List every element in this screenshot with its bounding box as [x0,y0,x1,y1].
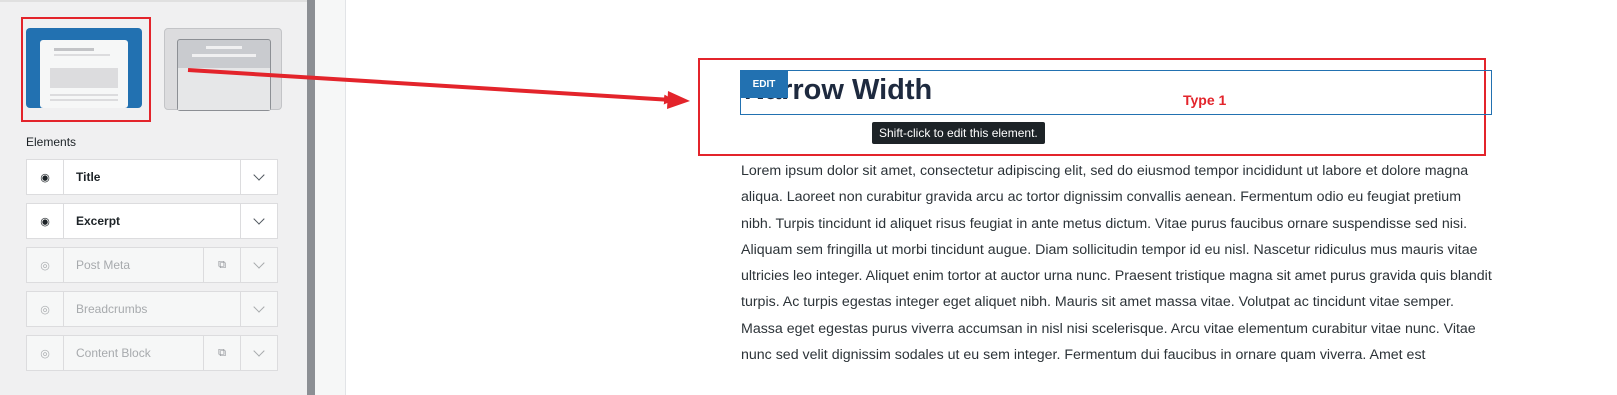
element-row-post-meta[interactable]: ◎ Post Meta ⧉ [26,247,278,283]
customizer-sidebar: Elements ◉ Title ◉ Excerpt ◎ Post Meta ⧉… [0,0,307,395]
eye-icon[interactable]: ◉ [27,160,64,194]
chevron-down-icon[interactable] [240,292,277,326]
eye-icon[interactable]: ◉ [27,204,64,238]
element-label: Title [76,170,101,184]
edit-button[interactable]: EDIT [740,71,788,98]
layout-preview-thumbnail [177,39,271,111]
copy-icon[interactable]: ⧉ [203,248,240,282]
preview-gutter [315,0,346,395]
sidebar-top-border [0,0,307,2]
eye-slash-icon[interactable]: ◎ [27,336,64,370]
element-label: Excerpt [76,214,121,228]
sidebar-resize-handle[interactable] [307,0,315,395]
post-excerpt: Lorem ipsum dolor sit amet, consectetur … [741,163,1492,364]
element-label: Content Block [76,346,151,360]
element-row-title[interactable]: ◉ Title [26,159,278,195]
layout-option-wide[interactable] [164,28,282,111]
chevron-down-icon[interactable] [240,336,277,370]
element-row-excerpt[interactable]: ◉ Excerpt [26,203,278,239]
annotation-highlight-layout [21,17,151,122]
copy-icon[interactable]: ⧉ [203,336,240,370]
edit-tooltip: Shift-click to edit this element. [872,122,1045,144]
element-row-breadcrumbs[interactable]: ◎ Breadcrumbs [26,291,278,327]
chevron-down-icon[interactable] [240,204,277,238]
elements-heading: Elements [26,135,77,149]
chevron-down-icon[interactable] [240,160,277,194]
eye-slash-icon[interactable]: ◎ [27,292,64,326]
annotation-type-label: Type 1 [1183,92,1227,108]
element-label: Post Meta [76,258,131,272]
element-row-content-block[interactable]: ◎ Content Block ⧉ [26,335,278,371]
chevron-down-icon[interactable] [240,248,277,282]
element-label: Breadcrumbs [76,302,148,316]
eye-slash-icon[interactable]: ◎ [27,248,64,282]
